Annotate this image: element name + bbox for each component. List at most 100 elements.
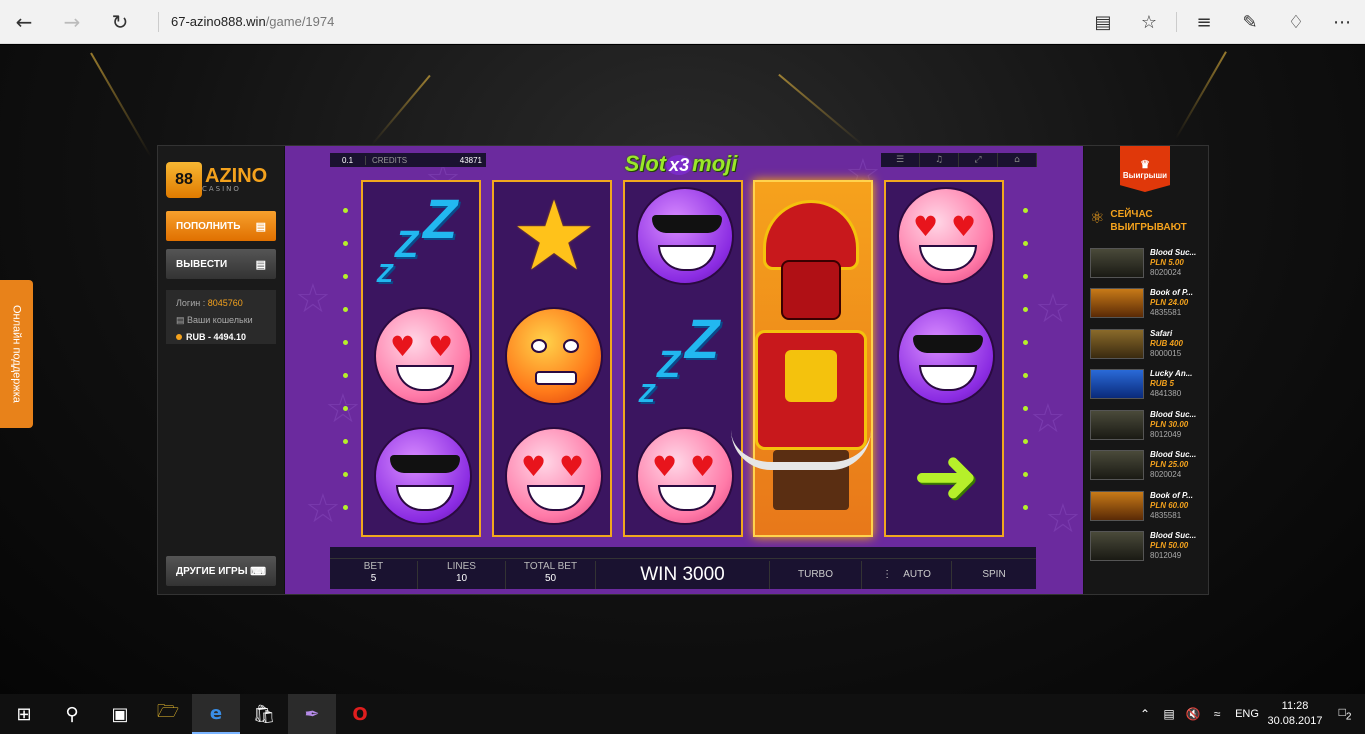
game-title: Slot x3 moji	[593, 151, 769, 181]
game-thumbnail	[1090, 329, 1144, 359]
reel-2: ★ ♥ ♥	[492, 180, 612, 537]
battery-icon[interactable]: ▤	[1157, 707, 1181, 721]
home-icon[interactable]: ⌂	[998, 153, 1037, 167]
samurai-wild-symbol	[731, 180, 885, 537]
bet-control[interactable]: BET 5	[330, 561, 418, 589]
payline-dot	[1023, 241, 1028, 246]
winner-game: Blood Suc...	[1150, 531, 1197, 540]
back-icon[interactable]: ←	[0, 0, 48, 44]
online-support-tab[interactable]: Онлайн поддержка	[0, 280, 33, 428]
edge-browser-icon[interactable]: e	[192, 694, 240, 734]
crown-icon: ♛	[1140, 159, 1150, 171]
search-icon[interactable]: ⚲	[48, 694, 96, 734]
reel-1: Z Z Z ♥ ♥	[361, 180, 481, 537]
forward-icon[interactable]: →	[48, 0, 96, 44]
winner-game: Book of P...	[1150, 491, 1193, 500]
fullscreen-icon[interactable]: ⤢	[959, 153, 998, 167]
reel-3: Z Z Z ♥ ♥	[623, 180, 743, 537]
chevron-up-icon[interactable]: ⌃	[1133, 707, 1157, 721]
game-thumbnail	[1090, 369, 1144, 399]
favorite-star-icon[interactable]: ☆	[1126, 0, 1172, 44]
payline-dot	[1023, 340, 1028, 345]
winner-game: Blood Suc...	[1150, 450, 1197, 459]
winner-item[interactable]: Lucky An... RUB 5 4841380	[1090, 369, 1206, 405]
login-value: 8045760	[207, 298, 243, 308]
clock[interactable]: 11:28 30.08.2017	[1265, 699, 1325, 729]
currency-dot-icon	[176, 334, 182, 340]
withdraw-button[interactable]: ВЫВЕСТИ ▤	[166, 249, 276, 279]
total-bet-label: TOTAL BET	[523, 561, 578, 572]
clock-time: 11:28	[1281, 700, 1309, 712]
star-symbol: ★	[510, 180, 598, 292]
winner-user: 8012049	[1150, 430, 1182, 439]
login-label: Логин :	[176, 298, 206, 308]
opera-icon[interactable]: O	[336, 694, 384, 734]
casino-logo[interactable]: 88 AZINO CASINO	[166, 160, 276, 200]
winner-item[interactable]: Blood Suc... PLN 30.00 8012049	[1090, 410, 1206, 446]
title-part-1: Slot	[624, 151, 667, 176]
total-bet-display: TOTAL BET 50	[506, 561, 596, 589]
logo-badge: 88	[166, 162, 202, 198]
winner-item[interactable]: Blood Suc... PLN 50.00 8012049	[1090, 531, 1206, 567]
file-explorer-icon[interactable]: 🗁	[144, 694, 192, 734]
sound-mute-icon[interactable]: ♫	[920, 153, 959, 167]
winner-user: 8020024	[1150, 470, 1182, 479]
logo-text: AZINO	[205, 165, 268, 187]
payline-dot	[343, 340, 348, 345]
refresh-icon[interactable]: ↻	[96, 0, 144, 44]
wallets-link[interactable]: ▤ Ваши кошельки	[176, 312, 266, 329]
winner-item[interactable]: Safari RUB 400 8000015	[1090, 329, 1206, 365]
turbo-button[interactable]: TURBO	[770, 561, 862, 589]
auto-button[interactable]: ⋮ AUTO	[862, 561, 952, 589]
game-thumbnail	[1090, 410, 1144, 440]
reading-view-icon[interactable]: ▤	[1080, 0, 1126, 44]
web-note-icon[interactable]: ✎	[1227, 0, 1273, 44]
address-bar[interactable]: 67-azino888.win/game/1974	[158, 12, 334, 32]
payline-dot	[1023, 274, 1028, 279]
payline-dot	[343, 505, 348, 510]
spin-button[interactable]: SPIN	[952, 561, 1036, 589]
winnings-badge-label: Выигрыши	[1122, 171, 1168, 180]
payline-dot	[343, 472, 348, 477]
hub-icon[interactable]: ≡	[1181, 0, 1227, 44]
winner-item[interactable]: Book of P... PLN 24.00 4835581	[1090, 288, 1206, 324]
heart-eyes-emoji-symbol: ♥ ♥	[896, 186, 996, 286]
slot-game: ☆ ☆ ☆ ☆ ☆ ☆ ☆ ☆ 0.1 CREDITS 43871 Slot x3…	[285, 146, 1083, 594]
winnings-badge[interactable]: ♛ Выигрыши	[1120, 146, 1170, 192]
task-view-icon[interactable]: ▣	[96, 694, 144, 734]
casino-frame: 88 AZINO CASINO ПОПОЛНИТЬ ▤ ВЫВЕСТИ ▤ Ло…	[157, 145, 1209, 595]
other-games-button[interactable]: ДРУГИЕ ИГРЫ ⌨	[166, 556, 276, 586]
wifi-icon[interactable]: ≈	[1205, 707, 1229, 721]
share-icon[interactable]: ♢	[1273, 0, 1319, 44]
denomination-value[interactable]: 0.1	[330, 155, 366, 165]
start-windows-icon[interactable]: ⊞	[0, 694, 48, 734]
winner-item[interactable]: Book of P... PLN 60.00 4835581	[1090, 491, 1206, 527]
game-bottom-bar: BET 5 LINES 10 TOTAL BET 50 WIN 3000 TUR…	[330, 547, 1036, 589]
auto-menu-icon[interactable]: ⋮	[882, 569, 892, 580]
winner-amount: PLN 50.00	[1150, 541, 1189, 550]
store-icon[interactable]: 🛍	[240, 694, 288, 734]
feather-app-icon[interactable]: ✒	[288, 694, 336, 734]
volume-muted-icon[interactable]: 🔇	[1181, 707, 1205, 721]
winner-item[interactable]: Blood Suc... PLN 25.00 8020024	[1090, 450, 1206, 486]
winner-game: Book of P...	[1150, 288, 1193, 297]
winner-amount: RUB 5	[1150, 379, 1175, 388]
language-indicator[interactable]: ENG	[1229, 708, 1265, 720]
url-path: /game/1974	[265, 14, 335, 29]
payline-dot	[1023, 439, 1028, 444]
wallet-icon: ▤	[255, 220, 266, 233]
winner-item[interactable]: Blood Suc... PLN 5.00 8020024	[1090, 248, 1206, 284]
payline-dot	[343, 208, 348, 213]
deposit-button[interactable]: ПОПОЛНИТЬ ▤	[166, 211, 276, 241]
reel-5: ♥ ♥ ➜	[884, 180, 1004, 537]
more-icon[interactable]: ⋯	[1319, 0, 1365, 44]
payline-dot	[343, 307, 348, 312]
lines-value: 10	[455, 573, 468, 584]
menu-icon[interactable]: ☰	[881, 153, 920, 167]
lines-control[interactable]: LINES 10	[418, 561, 506, 589]
winner-amount: PLN 30.00	[1150, 420, 1189, 429]
heading-line-2: ВЫИГРЫВАЮТ	[1110, 222, 1187, 233]
notifications-icon[interactable]: □2	[1325, 705, 1365, 722]
winner-user: 4841380	[1150, 389, 1182, 398]
sleep-zzz-symbol: Z Z Z	[377, 187, 458, 288]
